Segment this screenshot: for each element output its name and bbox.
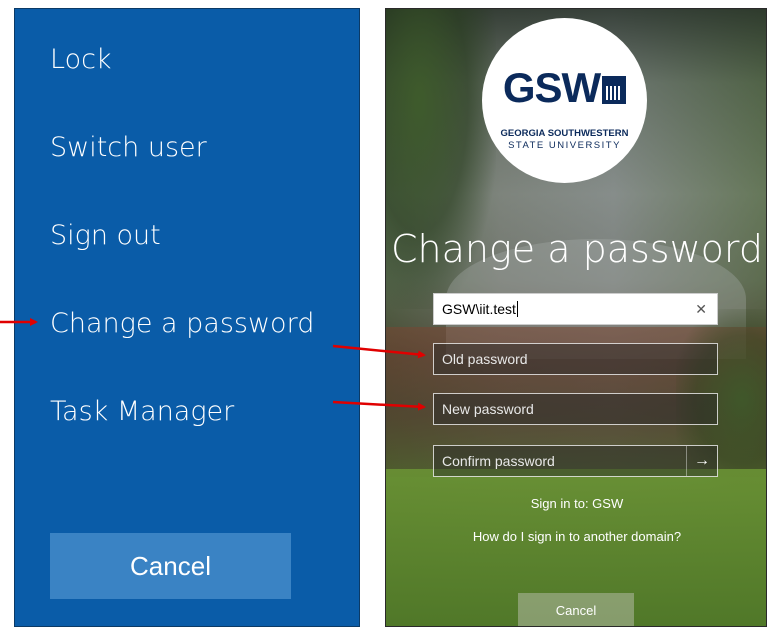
arrow-right-icon[interactable]: → (686, 446, 717, 476)
text-cursor (516, 301, 518, 317)
logo-text-line2: STATE UNIVERSITY (508, 140, 621, 151)
page-title: Change a password (390, 227, 764, 271)
close-icon[interactable]: ✕ (695, 301, 707, 318)
menu-item-task-manager[interactable]: Task Manager (50, 396, 234, 427)
sign-in-domain-text: Sign in to: GSW (530, 496, 624, 511)
confirm-password-field[interactable]: Confirm password → (433, 445, 718, 477)
logo-wordmark: GSW (502, 64, 601, 111)
logo-text-line1: GEORGIA SOUTHWESTERN (500, 128, 629, 139)
menu-item-change-password[interactable]: Change a password (50, 308, 314, 339)
old-password-field[interactable]: Old password (433, 343, 718, 375)
security-options-panel: Lock Switch user Sign out Change a passw… (14, 8, 360, 627)
building-icon (602, 76, 627, 104)
old-password-placeholder: Old password (442, 351, 528, 367)
menu-item-sign-out[interactable]: Sign out (50, 220, 161, 251)
menu-item-lock[interactable]: Lock (50, 44, 112, 75)
other-domain-link[interactable]: How do I sign in to another domain? (386, 529, 766, 544)
username-field[interactable]: GSW\iit.test ✕ (433, 293, 718, 325)
new-password-field[interactable]: New password (433, 393, 718, 425)
confirm-password-placeholder: Confirm password (442, 453, 555, 469)
menu-item-switch-user[interactable]: Switch user (50, 132, 207, 163)
cancel-button[interactable]: Cancel (518, 593, 634, 626)
cancel-button[interactable]: Cancel (50, 533, 291, 599)
change-password-screen: GSW GEORGIA SOUTHWESTERN STATE UNIVERSIT… (385, 8, 767, 627)
username-value: GSW\iit.test (442, 301, 516, 317)
new-password-placeholder: New password (442, 401, 534, 417)
university-logo: GSW GEORGIA SOUTHWESTERN STATE UNIVERSIT… (482, 18, 647, 183)
